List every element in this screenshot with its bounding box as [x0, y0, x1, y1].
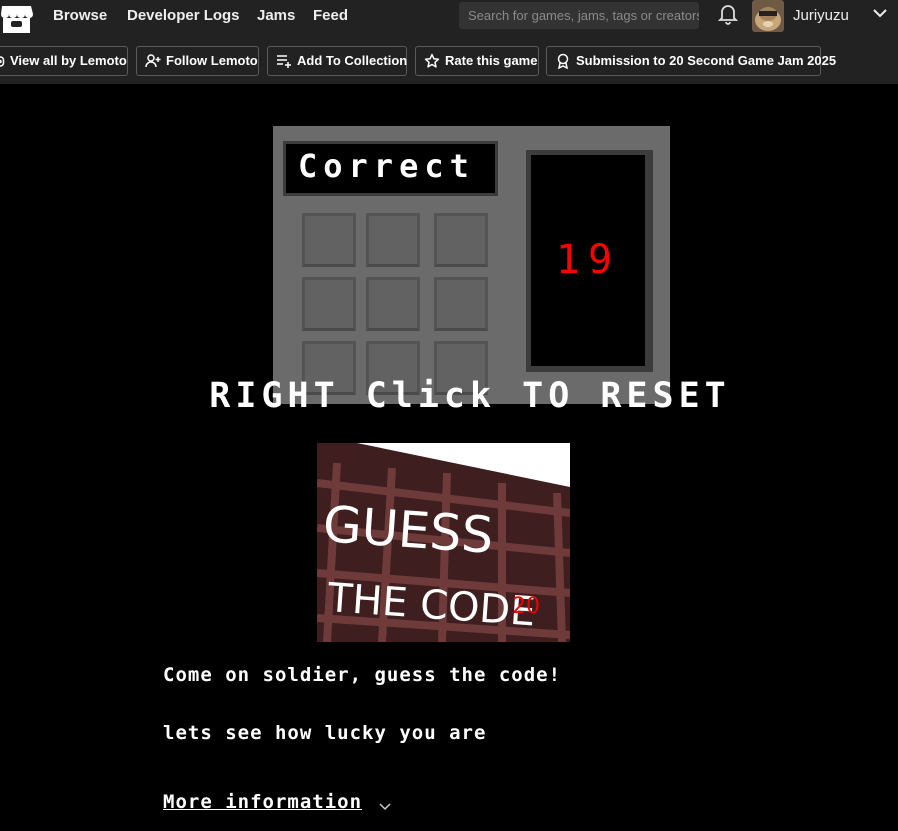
- gamepad-icon: [0, 56, 5, 67]
- nav-feed-link[interactable]: Feed: [313, 7, 348, 24]
- top-navigation-bar: Browse Developer Logs Jams Feed Juriyuzu: [0, 0, 898, 38]
- rate-game-button[interactable]: Rate this game: [415, 46, 539, 76]
- description-line-2: lets see how lucky you are: [163, 722, 487, 744]
- view-all-label: View all by Lemoto: [10, 53, 127, 68]
- itchio-logo-icon[interactable]: [0, 2, 33, 34]
- add-to-collection-label: Add To Collection: [297, 53, 408, 68]
- description-line-1: Come on soldier, guess the code!: [163, 664, 562, 686]
- keypad-button-1[interactable]: [302, 213, 356, 267]
- keypad-button-2[interactable]: [366, 213, 420, 267]
- attempt-counter: 19: [531, 155, 645, 366]
- keypad-button-6[interactable]: [434, 277, 488, 331]
- follow-author-button[interactable]: Follow Lemoto: [136, 46, 259, 76]
- username-label[interactable]: Juriyuzu: [793, 7, 849, 24]
- view-all-by-author-button[interactable]: View all by Lemoto: [0, 46, 128, 76]
- keypad-button-3[interactable]: [434, 213, 488, 267]
- chevron-down-icon[interactable]: [378, 800, 392, 814]
- follow-label: Follow Lemoto: [166, 53, 258, 68]
- reset-instruction: RIGHT Click TO RESET: [209, 376, 731, 416]
- add-to-collection-button[interactable]: Add To Collection: [267, 46, 407, 76]
- avatar[interactable]: [752, 0, 784, 32]
- keypad-button-4[interactable]: [302, 277, 356, 331]
- nav-jams-link[interactable]: Jams: [257, 7, 295, 24]
- jam-submission-label: Submission to 20 Second Game Jam 2025: [576, 53, 837, 68]
- nav-browse-link[interactable]: Browse: [53, 7, 107, 24]
- cover-title-line1: GUESS: [321, 495, 495, 565]
- jam-submission-button[interactable]: Submission to 20 Second Game Jam 2025: [546, 46, 836, 76]
- add-list-icon: [277, 55, 291, 68]
- game-action-bar: View all by Lemoto Follow Lemoto Add To …: [0, 38, 898, 84]
- award-icon: [557, 53, 569, 69]
- search-input[interactable]: [459, 2, 699, 29]
- keypad-button-5[interactable]: [366, 277, 420, 331]
- game-cover-image: GUESS THE CODE 20: [317, 443, 570, 642]
- chevron-down-icon[interactable]: [870, 4, 890, 24]
- code-result-display: Correct: [283, 141, 498, 196]
- search-box: [459, 2, 699, 29]
- cover-badge: 20: [512, 594, 540, 619]
- rate-label: Rate this game: [445, 53, 538, 68]
- star-icon: [424, 53, 440, 68]
- bell-icon[interactable]: [716, 2, 740, 26]
- user-plus-icon: [145, 54, 161, 68]
- more-information-link[interactable]: More information: [163, 791, 362, 813]
- nav-developer-logs-link[interactable]: Developer Logs: [127, 7, 240, 24]
